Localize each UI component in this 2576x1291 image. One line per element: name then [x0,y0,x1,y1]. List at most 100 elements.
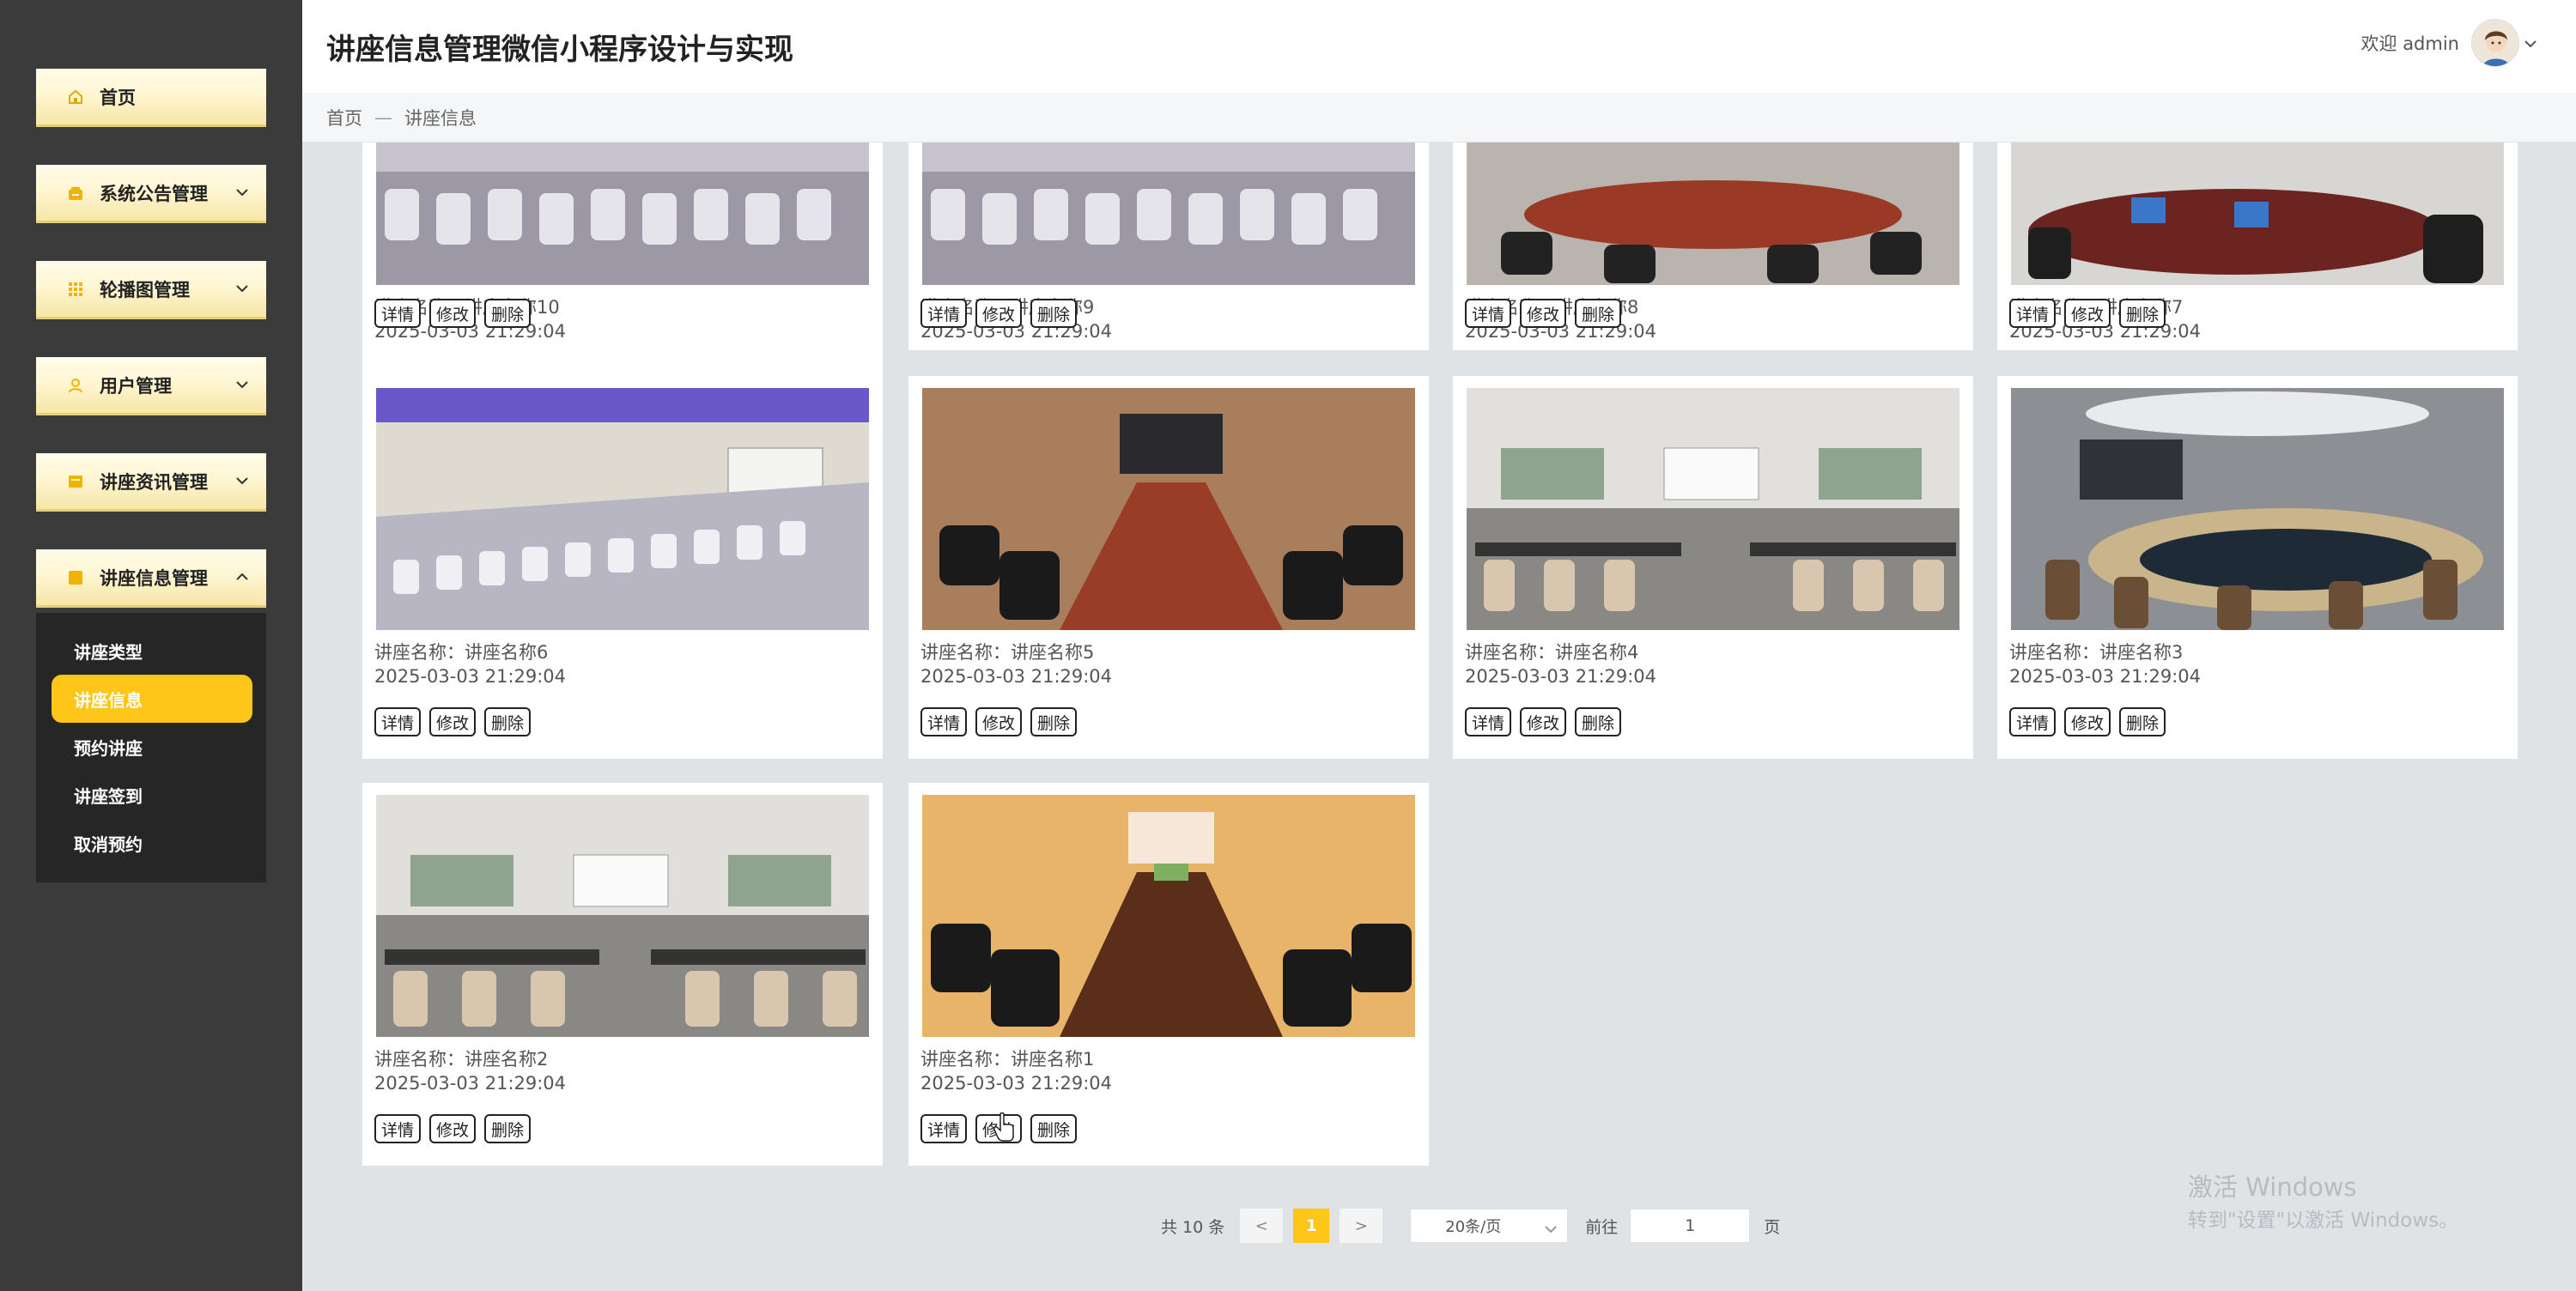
detail-button[interactable]: 详情 [1465,707,1512,736]
lecture-photo[interactable] [376,388,869,630]
delete-button[interactable]: 删除 [2119,707,2166,736]
breadcrumb-home[interactable]: 首页 [326,105,362,130]
detail-button[interactable]: 详情 [374,299,422,328]
detail-button[interactable]: 详情 [374,707,422,736]
detail-button[interactable]: 详情 [920,1114,968,1143]
mouse-cursor-icon [993,1112,1015,1145]
edit-button[interactable]: 修改 [975,299,1023,328]
goto-label: 前往 [1585,1217,1619,1237]
sidebar: 首页 系统公告管理 轮播图管理 用户管理 讲座资讯管理 讲座信息管理 讲座类型 … [0,0,302,1291]
app-title: 讲座信息管理微信小程序设计与实现 [326,33,793,67]
lecture-photo[interactable] [376,142,869,285]
detail-button[interactable]: 详情 [1465,299,1512,328]
lecture-photo[interactable] [1467,388,1959,630]
next-page-button[interactable]: > [1340,1209,1383,1243]
submenu-item-lecture-checkin[interactable]: 讲座签到 [36,773,266,817]
windows-activation-subtitle: 转到"设置"以激活 Windows。 [2188,1209,2459,1232]
detail-button[interactable]: 详情 [920,299,968,328]
delete-button[interactable]: 删除 [1030,1114,1078,1143]
card-actions: 详情 修改 删除 [1465,299,1622,328]
submenu-item-book-lecture[interactable]: 预约讲座 [36,724,266,769]
notice-icon [67,185,84,202]
edit-button[interactable]: 修改 [429,299,477,328]
lecture-photo[interactable] [922,795,1415,1037]
submenu-item-lecture-info[interactable]: 讲座信息 [52,675,252,723]
delete-button[interactable]: 删除 [1030,299,1078,328]
detail-button[interactable]: 详情 [2009,707,2057,736]
sidebar-item-label: 系统公告管理 [100,183,208,204]
sidebar-item-label: 讲座资讯管理 [100,471,208,493]
delete-button[interactable]: 删除 [484,1114,532,1143]
edit-button[interactable]: 修改 [429,1114,477,1143]
user-menu[interactable]: 欢迎 admin [2361,19,2537,67]
sidebar-item-home[interactable]: 首页 [36,69,266,127]
chevron-down-icon [234,472,251,489]
edit-button[interactable]: 修改 [2064,707,2111,736]
breadcrumb: 首页 — 讲座信息 [302,93,2576,142]
detail-button[interactable]: 详情 [2009,299,2057,328]
header: 讲座信息管理微信小程序设计与实现 欢迎 admin [302,0,2576,93]
chevron-down-icon [234,280,251,297]
lecture-name: 讲座名称：讲座名称3 [2009,642,2184,663]
news-icon [67,473,84,490]
lecture-icon [67,569,84,586]
sidebar-item-lecture-news[interactable]: 讲座资讯管理 [36,453,266,512]
delete-button[interactable]: 删除 [484,707,532,736]
cards-layer: 讲座名称：讲座名称10 2025-03-03 21:29:04 讲座名称：讲座名… [302,142,2576,1291]
lecture-photo[interactable] [1467,142,1959,285]
card-actions: 详情 修改 删除 [2009,707,2166,736]
sidebar-item-notice[interactable]: 系统公告管理 [36,165,266,223]
user-icon [67,377,84,394]
delete-button[interactable]: 删除 [1030,707,1078,736]
delete-button[interactable]: 删除 [484,299,532,328]
lecture-photo[interactable] [922,142,1415,285]
pagination-total: 共 10 条 [1161,1217,1225,1237]
lecture-photo[interactable] [922,388,1415,630]
lecture-card: 讲座名称：讲座名称2 2025-03-03 21:29:04 详情 修改 删除 [362,783,883,1166]
chevron-down-icon [1545,1220,1557,1238]
sidebar-item-label: 轮播图管理 [100,279,190,300]
lecture-card: 讲座名称：讲座名称5 2025-03-03 21:29:04 详情 修改 删除 [908,376,1429,759]
card-actions: 详情 修改 删除 [920,707,1078,736]
lecture-photo[interactable] [2011,142,2504,285]
breadcrumb-current: 讲座信息 [404,107,477,129]
card-actions: 详情 修改 删除 [1465,707,1622,736]
chevron-down-icon [234,376,251,393]
sidebar-item-label: 首页 [100,87,136,108]
edit-button[interactable]: 修改 [1520,707,1567,736]
chevron-down-icon [234,184,251,201]
lecture-time: 2025-03-03 21:29:04 [374,1073,567,1094]
page-size-select[interactable]: 20条/页 [1410,1209,1569,1243]
sidebar-item-lecture-info[interactable]: 讲座信息管理 [36,549,266,608]
lecture-time: 2025-03-03 21:29:04 [2009,666,2202,687]
detail-button[interactable]: 详情 [920,707,968,736]
card-actions: 详情 修改 删除 [920,299,1078,328]
detail-button[interactable]: 详情 [374,1114,422,1143]
lecture-photo[interactable] [376,795,869,1037]
avatar[interactable] [2471,19,2519,67]
sidebar-item-users[interactable]: 用户管理 [36,357,266,415]
prev-page-button[interactable]: < [1240,1209,1284,1243]
lecture-name: 讲座名称：讲座名称1 [920,1049,1095,1070]
delete-button[interactable]: 删除 [1575,299,1622,328]
edit-button[interactable]: 修改 [1520,299,1567,328]
chevron-down-icon[interactable] [2524,35,2537,52]
lecture-name: 讲座名称：讲座名称5 [920,642,1095,663]
sidebar-item-carousel[interactable]: 轮播图管理 [36,261,266,319]
submenu-item-cancel-booking[interactable]: 取消预约 [36,821,266,865]
delete-button[interactable]: 删除 [2119,299,2166,328]
card-actions: 详情 修改 删除 [374,299,532,328]
goto-page-input[interactable]: 1 [1630,1209,1751,1243]
page-suffix: 页 [1764,1217,1781,1237]
lecture-name: 讲座名称：讲座名称6 [374,642,549,663]
lecture-name: 讲座名称：讲座名称2 [374,1049,549,1070]
edit-button[interactable]: 修改 [975,707,1023,736]
edit-button[interactable]: 修改 [429,707,477,736]
delete-button[interactable]: 删除 [1575,707,1622,736]
page-number-current[interactable]: 1 [1293,1209,1330,1243]
lecture-photo[interactable] [2011,388,2504,630]
edit-button[interactable]: 修改 [2064,299,2111,328]
submenu-item-lecture-type[interactable]: 讲座类型 [36,628,266,673]
submenu-lecture-info: 讲座类型 讲座信息 预约讲座 讲座签到 取消预约 [36,613,266,882]
pagination: 共 10 条 < 1 > 20条/页 前往 1 页 [1161,1207,1780,1245]
